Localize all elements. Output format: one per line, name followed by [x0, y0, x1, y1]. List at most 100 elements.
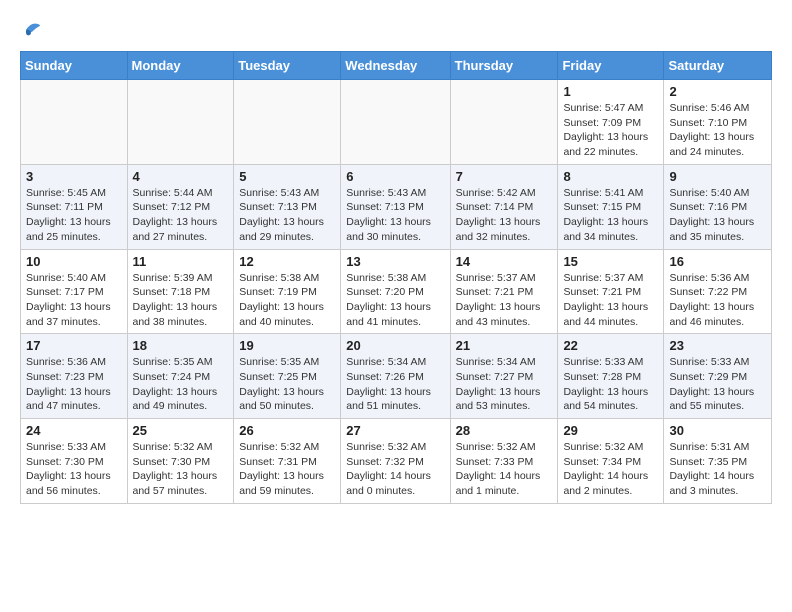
day-number: 1 [563, 84, 658, 99]
day-number: 15 [563, 254, 658, 269]
day-number: 21 [456, 338, 553, 353]
day-number: 11 [133, 254, 229, 269]
day-info: Sunrise: 5:34 AMSunset: 7:26 PMDaylight:… [346, 355, 444, 414]
logo [20, 20, 42, 47]
calendar-cell: 17 Sunrise: 5:36 AMSunset: 7:23 PMDayligh… [21, 334, 128, 419]
day-info: Sunrise: 5:43 AMSunset: 7:13 PMDaylight:… [239, 186, 335, 245]
day-number: 13 [346, 254, 444, 269]
day-info: Sunrise: 5:46 AMSunset: 7:10 PMDaylight:… [669, 101, 766, 160]
day-number: 29 [563, 423, 658, 438]
day-info: Sunrise: 5:35 AMSunset: 7:24 PMDaylight:… [133, 355, 229, 414]
day-number: 30 [669, 423, 766, 438]
day-info: Sunrise: 5:36 AMSunset: 7:22 PMDaylight:… [669, 271, 766, 330]
day-number: 22 [563, 338, 658, 353]
day-info: Sunrise: 5:32 AMSunset: 7:34 PMDaylight:… [563, 440, 658, 499]
weekday-header-saturday: Saturday [664, 52, 772, 80]
weekday-header-monday: Monday [127, 52, 234, 80]
calendar-cell: 4Sunrise: 5:44 AMSunset: 7:12 PMDaylight… [127, 164, 234, 249]
day-number: 23 [669, 338, 766, 353]
day-info: Sunrise: 5:39 AMSunset: 7:18 PMDaylight:… [133, 271, 229, 330]
calendar-cell: 30 Sunrise: 5:31 AMSunset: 7:35 PMDayligh… [664, 419, 772, 504]
calendar-cell: 29 Sunrise: 5:32 AMSunset: 7:34 PMDayligh… [558, 419, 664, 504]
calendar-cell [21, 80, 128, 165]
calendar-cell: 12 Sunrise: 5:38 AMSunset: 7:19 PMDayligh… [234, 249, 341, 334]
calendar-cell: 23 Sunrise: 5:33 AMSunset: 7:29 PMDayligh… [664, 334, 772, 419]
day-info: Sunrise: 5:41 AMSunset: 7:15 PMDaylight:… [563, 186, 658, 245]
day-info: Sunrise: 5:32 AMSunset: 7:31 PMDaylight:… [239, 440, 335, 499]
calendar-cell: 18 Sunrise: 5:35 AMSunset: 7:24 PMDayligh… [127, 334, 234, 419]
calendar-cell [450, 80, 558, 165]
calendar-cell: 11 Sunrise: 5:39 AMSunset: 7:18 PMDayligh… [127, 249, 234, 334]
day-info: Sunrise: 5:32 AMSunset: 7:30 PMDaylight:… [133, 440, 229, 499]
day-info: Sunrise: 5:32 AMSunset: 7:32 PMDaylight:… [346, 440, 444, 499]
day-info: Sunrise: 5:33 AMSunset: 7:30 PMDaylight:… [26, 440, 122, 499]
day-info: Sunrise: 5:33 AMSunset: 7:28 PMDaylight:… [563, 355, 658, 414]
calendar-cell [234, 80, 341, 165]
day-info: Sunrise: 5:45 AMSunset: 7:11 PMDaylight:… [26, 186, 122, 245]
day-number: 12 [239, 254, 335, 269]
calendar-cell: 7 Sunrise: 5:42 AMSunset: 7:14 PMDaylight… [450, 164, 558, 249]
calendar-cell: 6Sunrise: 5:43 AMSunset: 7:13 PMDaylight… [341, 164, 450, 249]
day-info: Sunrise: 5:32 AMSunset: 7:33 PMDaylight:… [456, 440, 553, 499]
logo-bird-icon [22, 20, 44, 42]
calendar-cell: 22 Sunrise: 5:33 AMSunset: 7:28 PMDayligh… [558, 334, 664, 419]
day-number: 14 [456, 254, 553, 269]
calendar-cell: 1 Sunrise: 5:47 AMSunset: 7:09 PMDaylight… [558, 80, 664, 165]
calendar-cell: 20 Sunrise: 5:34 AMSunset: 7:26 PMDayligh… [341, 334, 450, 419]
weekday-header-thursday: Thursday [450, 52, 558, 80]
calendar-cell: 21 Sunrise: 5:34 AMSunset: 7:27 PMDayligh… [450, 334, 558, 419]
day-number: 7 [456, 169, 553, 184]
calendar-cell: 5 Sunrise: 5:43 AMSunset: 7:13 PMDaylight… [234, 164, 341, 249]
calendar-cell: 14 Sunrise: 5:37 AMSunset: 7:21 PMDayligh… [450, 249, 558, 334]
day-number: 3 [26, 169, 122, 184]
calendar-cell: 10 Sunrise: 5:40 AMSunset: 7:17 PMDayligh… [21, 249, 128, 334]
day-info: Sunrise: 5:40 AMSunset: 7:17 PMDaylight:… [26, 271, 122, 330]
day-number: 27 [346, 423, 444, 438]
day-info: Sunrise: 5:47 AMSunset: 7:09 PMDaylight:… [563, 101, 658, 160]
day-number: 2 [669, 84, 766, 99]
calendar-cell: 26 Sunrise: 5:32 AMSunset: 7:31 PMDayligh… [234, 419, 341, 504]
calendar-cell: 3 Sunrise: 5:45 AMSunset: 7:11 PMDaylight… [21, 164, 128, 249]
calendar-cell: 19Sunrise: 5:35 AMSunset: 7:25 PMDayligh… [234, 334, 341, 419]
calendar-cell: 8 Sunrise: 5:41 AMSunset: 7:15 PMDaylight… [558, 164, 664, 249]
day-number: 8 [563, 169, 658, 184]
calendar-cell [127, 80, 234, 165]
day-info: Sunrise: 5:34 AMSunset: 7:27 PMDaylight:… [456, 355, 553, 414]
calendar-table: SundayMondayTuesdayWednesdayThursdayFrid… [20, 51, 772, 504]
day-number: 20 [346, 338, 444, 353]
calendar-cell: 9 Sunrise: 5:40 AMSunset: 7:16 PMDaylight… [664, 164, 772, 249]
day-number: 26 [239, 423, 335, 438]
weekday-header-friday: Friday [558, 52, 664, 80]
day-info: Sunrise: 5:38 AMSunset: 7:19 PMDaylight:… [239, 271, 335, 330]
day-number: 9 [669, 169, 766, 184]
day-number: 5 [239, 169, 335, 184]
calendar-cell: 25 Sunrise: 5:32 AMSunset: 7:30 PMDayligh… [127, 419, 234, 504]
calendar-cell: 16 Sunrise: 5:36 AMSunset: 7:22 PMDayligh… [664, 249, 772, 334]
calendar-cell: 13 Sunrise: 5:38 AMSunset: 7:20 PMDayligh… [341, 249, 450, 334]
day-number: 25 [133, 423, 229, 438]
day-number: 4 [133, 169, 229, 184]
weekday-header-sunday: Sunday [21, 52, 128, 80]
day-number: 10 [26, 254, 122, 269]
day-info: Sunrise: 5:37 AMSunset: 7:21 PMDaylight:… [456, 271, 553, 330]
day-info: Sunrise: 5:42 AMSunset: 7:14 PMDaylight:… [456, 186, 553, 245]
day-info: Sunrise: 5:40 AMSunset: 7:16 PMDaylight:… [669, 186, 766, 245]
day-info: Sunrise: 5:36 AMSunset: 7:23 PMDaylight:… [26, 355, 122, 414]
day-info: Sunrise: 5:37 AMSunset: 7:21 PMDaylight:… [563, 271, 658, 330]
weekday-header-tuesday: Tuesday [234, 52, 341, 80]
calendar-cell: 24 Sunrise: 5:33 AMSunset: 7:30 PMDayligh… [21, 419, 128, 504]
day-number: 19 [239, 338, 335, 353]
weekday-header-wednesday: Wednesday [341, 52, 450, 80]
day-number: 18 [133, 338, 229, 353]
calendar-cell [341, 80, 450, 165]
day-info: Sunrise: 5:31 AMSunset: 7:35 PMDaylight:… [669, 440, 766, 499]
day-number: 16 [669, 254, 766, 269]
day-info: Sunrise: 5:38 AMSunset: 7:20 PMDaylight:… [346, 271, 444, 330]
day-number: 28 [456, 423, 553, 438]
day-number: 24 [26, 423, 122, 438]
day-info: Sunrise: 5:33 AMSunset: 7:29 PMDaylight:… [669, 355, 766, 414]
calendar-cell: 2 Sunrise: 5:46 AMSunset: 7:10 PMDaylight… [664, 80, 772, 165]
day-number: 6 [346, 169, 444, 184]
calendar-cell: 27 Sunrise: 5:32 AMSunset: 7:32 PMDayligh… [341, 419, 450, 504]
day-number: 17 [26, 338, 122, 353]
